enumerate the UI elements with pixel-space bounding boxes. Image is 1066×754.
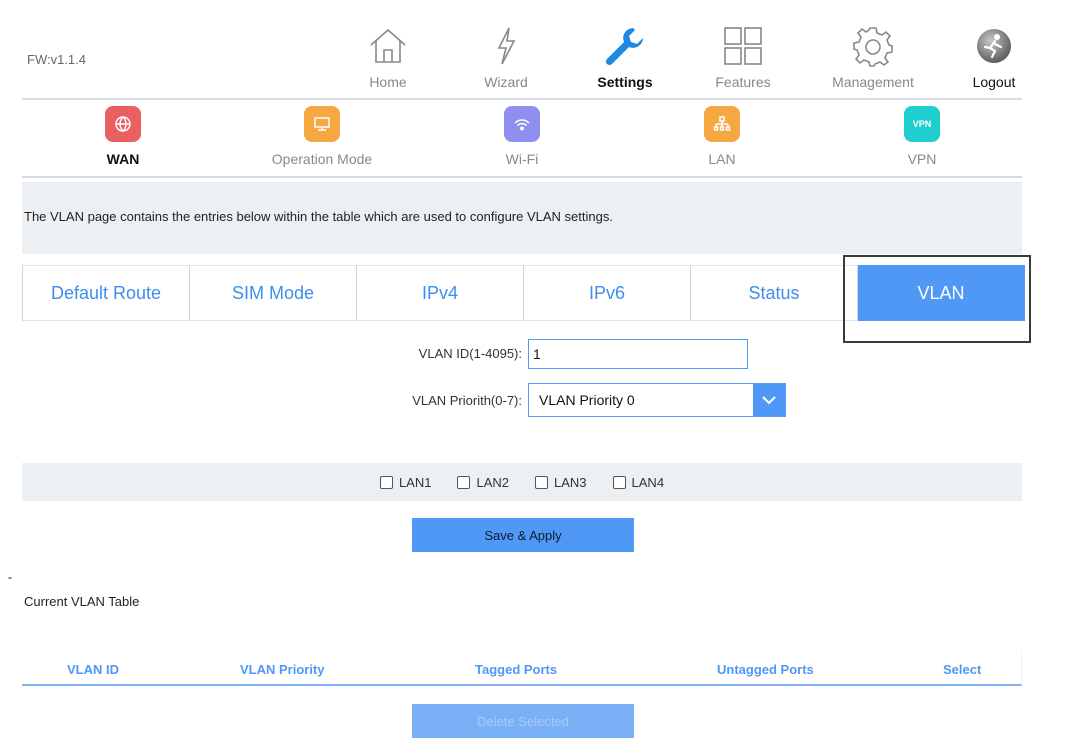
col-select: Select <box>943 662 982 677</box>
stray-dash: - <box>8 570 12 584</box>
nav-features[interactable]: Features <box>693 24 793 90</box>
lan4-label: LAN4 <box>631 474 665 490</box>
tab-sim-mode[interactable]: SIM Mode <box>190 265 357 321</box>
globe-icon <box>105 106 141 142</box>
subnav-wan-label: WAN <box>106 151 140 167</box>
port-lan1[interactable]: LAN1 <box>379 474 432 490</box>
nav-management-label: Management <box>832 74 914 90</box>
nav-settings[interactable]: Settings <box>575 24 675 90</box>
vlan-table-header: VLAN ID VLAN Priority Tagged Ports Untag… <box>22 652 1022 686</box>
tab-ipv4[interactable]: IPv4 <box>357 265 524 321</box>
nav-home-label: Home <box>369 74 407 90</box>
nav-wizard-label: Wizard <box>484 74 528 90</box>
subnav-wifi-label: Wi-Fi <box>505 151 539 167</box>
save-apply-button[interactable]: Save & Apply <box>412 518 634 552</box>
subnav-vpn-label: VPN <box>907 151 937 167</box>
vlan-table-title: Current VLAN Table <box>24 594 140 609</box>
nav-logout[interactable]: Logout <box>944 24 1044 90</box>
vpn-icon: VPN <box>904 106 940 142</box>
chevron-down-icon[interactable] <box>753 384 785 416</box>
network-icon <box>704 106 740 142</box>
subnav-lan-label: LAN <box>708 151 736 167</box>
port-lan4[interactable]: LAN4 <box>612 474 665 490</box>
subnav-wifi[interactable]: Wi-Fi <box>462 106 582 167</box>
vlan-id-label: VLAN ID(1-4095): <box>418 346 522 361</box>
lan1-checkbox[interactable] <box>379 475 393 489</box>
tab-ipv6[interactable]: IPv6 <box>524 265 691 321</box>
col-vlan-priority: VLAN Priority <box>240 662 325 677</box>
tab-highlight-frame <box>843 255 1031 343</box>
tab-status[interactable]: Status <box>691 265 858 321</box>
nav-settings-label: Settings <box>597 74 653 90</box>
subnav-divider <box>22 176 1022 178</box>
lan3-checkbox[interactable] <box>535 475 548 489</box>
vlan-priority-value: VLAN Priority 0 <box>539 392 635 408</box>
nav-logout-label: Logout <box>972 74 1016 90</box>
port-selection-bar: LAN1 LAN2 LAN3 LAN4 <box>22 463 1022 501</box>
subnav-operation-mode[interactable]: Operation Mode <box>262 106 382 167</box>
lan3-label: LAN3 <box>554 474 587 490</box>
lan4-checkbox[interactable] <box>612 475 626 489</box>
lan2-checkbox[interactable] <box>457 475 471 489</box>
col-untagged-ports: Untagged Ports <box>717 662 814 677</box>
firmware-version: FW:v1.1.4 <box>27 52 87 67</box>
grid-icon <box>693 24 793 68</box>
nav-management[interactable]: Management <box>823 24 923 90</box>
subnav-vpn[interactable]: VPN VPN <box>862 106 982 167</box>
house-icon <box>338 24 438 68</box>
wifi-icon <box>504 106 540 142</box>
port-lan3[interactable]: LAN3 <box>535 475 587 490</box>
tab-default-route[interactable]: Default Route <box>23 265 190 321</box>
nav-features-label: Features <box>715 74 771 90</box>
subnav-wan[interactable]: WAN <box>63 106 183 167</box>
monitor-icon <box>304 106 340 142</box>
lightning-icon <box>456 24 556 68</box>
nav-home[interactable]: Home <box>338 24 438 90</box>
subnav-lan[interactable]: LAN <box>662 106 782 167</box>
col-vlan-id: VLAN ID <box>67 662 119 677</box>
vlan-priority-label: VLAN Priorith(0-7): <box>412 393 522 408</box>
wrench-icon <box>575 24 675 68</box>
info-text: The VLAN page contains the entries below… <box>24 209 613 224</box>
lan2-label: LAN2 <box>476 474 509 490</box>
logout-icon <box>944 24 1044 68</box>
delete-selected-button[interactable]: Delete Selected <box>412 704 634 738</box>
lan1-label: LAN1 <box>398 474 432 490</box>
gear-icon <box>823 24 923 68</box>
port-lan2[interactable]: LAN2 <box>457 475 509 490</box>
nav-wizard[interactable]: Wizard <box>456 24 556 90</box>
vlan-id-input[interactable] <box>528 339 748 369</box>
col-tagged-ports: Tagged Ports <box>475 662 558 677</box>
top-divider <box>22 98 1022 100</box>
vlan-priority-select[interactable]: VLAN Priority 0 <box>528 383 786 417</box>
subnav-operation-mode-label: Operation Mode <box>271 151 373 167</box>
